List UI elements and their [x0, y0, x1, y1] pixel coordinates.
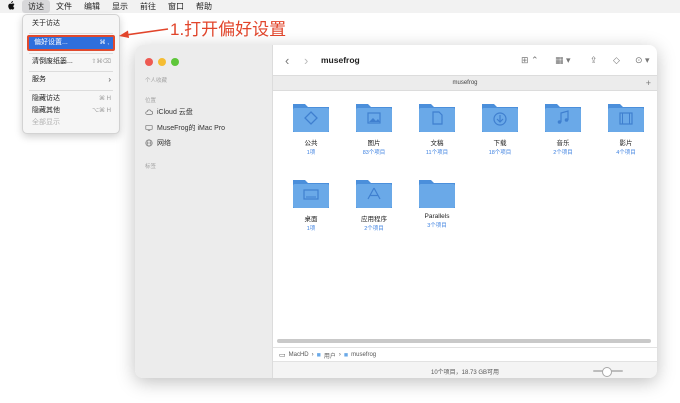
folder-item-public[interactable]: 公共 1项	[284, 100, 338, 156]
view-mode-grid-icon[interactable]: ⊞ ⌃	[521, 54, 539, 66]
hide-shortcut: ⌘ H	[99, 96, 111, 102]
apple-menu-icon[interactable]	[0, 1, 22, 12]
folder-icon	[419, 180, 455, 208]
menu-separator	[29, 53, 113, 54]
menu-item-empty-trash[interactable]: 清倒废纸篓... ⇧⌘⌫	[27, 56, 115, 68]
folder-icon	[356, 180, 392, 208]
tab-musefrog[interactable]: musefrog	[452, 80, 477, 86]
minimize-button[interactable]	[158, 58, 166, 66]
status-bar: 10个项目，18.73 GB可用	[273, 361, 657, 378]
group-icon[interactable]: ▦ ▾	[555, 54, 571, 66]
sidebar-header-tags: 标签	[145, 164, 157, 170]
menu-separator	[29, 71, 113, 72]
finder-window: 个人收藏 位置 iCloud 云盘 MuseFrog的 iMac Pro 网络 …	[135, 45, 657, 378]
menu-item-hide-others[interactable]: 隐藏其他 ⌥⌘ H	[27, 105, 115, 117]
share-icon[interactable]: ⇪	[590, 54, 598, 66]
folder-icon	[419, 104, 455, 132]
path-item-disk[interactable]: MacHD	[289, 352, 309, 358]
finder-menu-dropdown: 关于访达 偏好设置... ⌘ , 清倒废纸篓... ⇧⌘⌫ 服务 › 隐藏访达 …	[22, 14, 120, 134]
finder-main: ‹ › musefrog ⊞ ⌃ ▦ ▾ ⇪ ◇ ⊙ ▾ ▾ » ⌕ musef…	[273, 45, 657, 378]
close-button[interactable]	[145, 58, 153, 66]
path-item-home[interactable]: musefrog	[351, 352, 376, 358]
menu-separator	[29, 90, 113, 91]
annotation-arrow-icon	[119, 28, 169, 38]
sidebar-item-icloud[interactable]: iCloud 云盘	[145, 107, 193, 117]
window-title: musefrog	[321, 55, 360, 65]
tab-bar: musefrog +	[273, 75, 657, 91]
tag-icon[interactable]: ◇	[613, 54, 620, 66]
sidebar-header-locations: 位置	[145, 98, 157, 104]
home-folder-icon: ■	[343, 351, 349, 359]
sidebar-item-network[interactable]: 网络	[145, 138, 171, 148]
folder-item-documents[interactable]: 文稿 11个项目	[410, 100, 464, 156]
folder-icon	[356, 104, 392, 132]
disk-icon: ▭	[279, 352, 286, 359]
path-item-users[interactable]: 用户	[324, 351, 336, 360]
menu-item-about[interactable]: 关于访达	[27, 18, 115, 30]
menu-help[interactable]: 帮助	[190, 0, 218, 13]
path-bar: ▭ MacHD › ■ 用户 › ■ musefrog	[273, 347, 657, 362]
path-separator-icon: ›	[311, 352, 314, 358]
horizontal-scrollbar[interactable]	[277, 339, 651, 343]
folder-icon: ■	[316, 351, 321, 359]
hide-others-shortcut: ⌥⌘ H	[92, 108, 111, 114]
more-actions-icon[interactable]: ⊙ ▾	[635, 54, 650, 66]
new-tab-plus-icon[interactable]: +	[646, 76, 651, 90]
menu-bar: 访达 文件 编辑 显示 前往 窗口 帮助	[0, 0, 680, 13]
computer-icon	[145, 125, 153, 132]
menu-edit[interactable]: 编辑	[78, 0, 106, 13]
sidebar-header-favorites: 个人收藏	[145, 78, 168, 84]
globe-icon	[145, 139, 153, 147]
menu-item-services[interactable]: 服务 ›	[27, 74, 115, 86]
submenu-arrow-icon: ›	[108, 75, 111, 84]
folder-item-movies[interactable]: 影片 4个项目	[599, 100, 653, 156]
menu-file[interactable]: 文件	[50, 0, 78, 13]
folder-icon	[293, 104, 329, 132]
menu-item-hide[interactable]: 隐藏访达 ⌘ H	[27, 93, 115, 105]
empty-trash-shortcut: ⇧⌘⌫	[91, 59, 111, 65]
sidebar: 个人收藏 位置 iCloud 云盘 MuseFrog的 iMac Pro 网络 …	[135, 45, 273, 378]
back-chevron-icon[interactable]: ‹	[285, 53, 289, 68]
folder-icon	[608, 104, 644, 132]
path-separator-icon: ›	[338, 352, 341, 358]
folder-item-applications[interactable]: 应用程序 2个项目	[347, 176, 401, 232]
folder-icon	[482, 104, 518, 132]
menu-finder[interactable]: 访达	[22, 0, 50, 13]
folder-icon	[293, 180, 329, 208]
toolbar: ‹ › musefrog ⊞ ⌃ ▦ ▾ ⇪ ◇ ⊙ ▾ ▾ » ⌕	[273, 45, 657, 75]
menu-item-preferences[interactable]: 偏好设置... ⌘ ,	[27, 35, 115, 51]
folder-item-parallels[interactable]: Parallels 3个项目	[410, 176, 464, 229]
forward-chevron-icon[interactable]: ›	[304, 53, 308, 68]
menu-window[interactable]: 窗口	[162, 0, 190, 13]
preferences-shortcut: ⌘ ,	[99, 40, 109, 46]
folder-item-desktop[interactable]: 桌面 1项	[284, 176, 338, 232]
annotation-label: 1.打开偏好设置	[170, 20, 287, 39]
folder-item-downloads[interactable]: 下载 18个项目	[473, 100, 527, 156]
folder-item-pictures[interactable]: 图片 83个项目	[347, 100, 401, 156]
zoom-button[interactable]	[171, 58, 179, 66]
menu-item-show-all: 全部显示	[32, 119, 60, 126]
cloud-icon	[145, 109, 153, 115]
slider-knob[interactable]	[602, 367, 612, 377]
folder-icon	[545, 104, 581, 132]
folder-item-music[interactable]: 音乐 2个项目	[536, 100, 590, 156]
icon-size-slider[interactable]	[593, 367, 623, 377]
sidebar-item-mac[interactable]: MuseFrog的 iMac Pro	[145, 123, 225, 133]
menu-separator	[29, 33, 113, 34]
menu-view[interactable]: 显示	[106, 0, 134, 13]
menu-go[interactable]: 前往	[134, 0, 162, 13]
